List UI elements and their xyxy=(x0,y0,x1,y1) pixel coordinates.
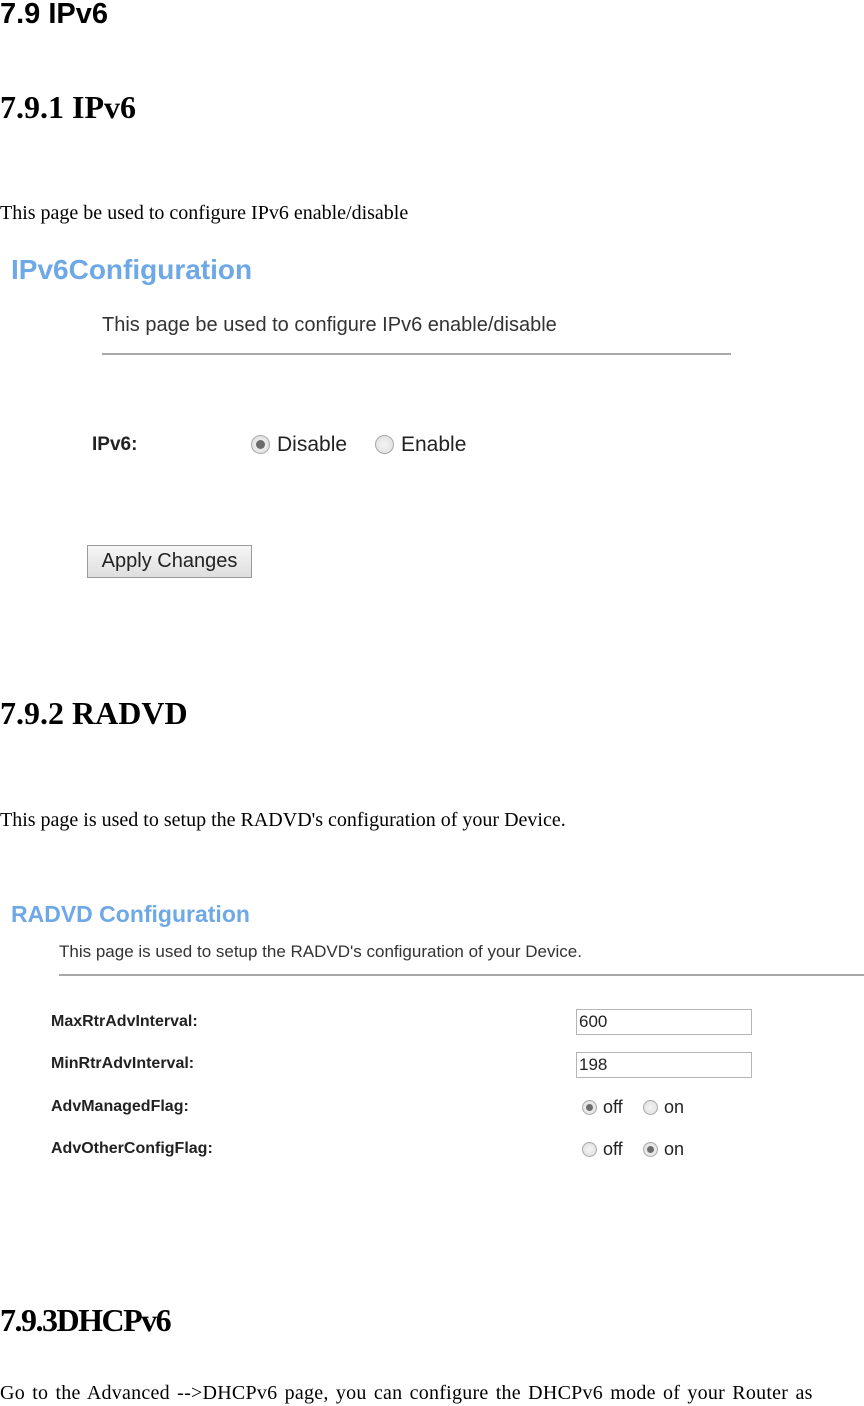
adv-managed-flag-off[interactable]: off xyxy=(582,1098,623,1116)
ipv6-option-disable[interactable]: Disable xyxy=(251,434,347,455)
radvd-config-subtitle: This page is used to setup the RADVD's c… xyxy=(59,942,582,961)
radio-unselected-icon[interactable] xyxy=(375,435,394,454)
apply-changes-button[interactable]: Apply Changes xyxy=(87,545,252,578)
min-rtr-adv-interval-input[interactable] xyxy=(576,1052,752,1078)
ipv6-heading: 7.9.1 IPv6 xyxy=(0,89,136,125)
ipv6-field-label: IPv6: xyxy=(92,434,138,455)
max-rtr-adv-interval-input[interactable] xyxy=(576,1009,752,1035)
radio-selected-icon[interactable] xyxy=(582,1099,597,1115)
ipv6-description: This page be used to configure IPv6 enab… xyxy=(0,202,409,224)
radvd-config-title: RADVD Configuration xyxy=(11,901,250,927)
radio-unselected-icon[interactable] xyxy=(582,1141,597,1157)
section-title: 7.9 IPv6 xyxy=(0,0,109,30)
adv-other-config-flag-on[interactable]: on xyxy=(643,1140,684,1158)
dhcpv6-heading: 7.9.3DHCPv6 xyxy=(0,1302,172,1338)
ipv6-config-subtitle: This page be used to configure IPv6 enab… xyxy=(102,314,557,336)
adv-managed-flag-label: AdvManagedFlag: xyxy=(51,1098,189,1115)
ipv6-option-disable-label: Disable xyxy=(277,433,348,456)
min-rtr-adv-interval-label: MinRtrAdvInterval: xyxy=(51,1055,195,1072)
max-rtr-adv-interval-label: MaxRtrAdvInterval: xyxy=(51,1013,198,1030)
radio-unselected-icon[interactable] xyxy=(643,1099,658,1115)
adv-managed-flag-off-label: off xyxy=(603,1097,623,1117)
radvd-config-screenshot: RADVD Configuration This page is used to… xyxy=(0,895,864,1185)
divider xyxy=(59,974,864,976)
radvd-description: This page is used to setup the RADVD's c… xyxy=(0,809,566,831)
radio-selected-icon[interactable] xyxy=(643,1141,658,1157)
divider xyxy=(102,353,731,355)
ipv6-option-enable[interactable]: Enable xyxy=(375,434,466,455)
adv-managed-flag-on[interactable]: on xyxy=(643,1098,684,1116)
adv-other-config-flag-off-label: off xyxy=(603,1139,623,1159)
radio-selected-icon[interactable] xyxy=(251,435,270,454)
ipv6-config-title: IPv6Configuration xyxy=(11,254,253,285)
adv-other-config-flag-label: AdvOtherConfigFlag: xyxy=(51,1140,213,1157)
adv-other-config-flag-on-label: on xyxy=(664,1139,685,1159)
ipv6-option-enable-label: Enable xyxy=(401,433,467,456)
radvd-heading: 7.9.2 RADVD xyxy=(0,695,188,731)
adv-other-config-flag-off[interactable]: off xyxy=(582,1140,623,1158)
adv-managed-flag-on-label: on xyxy=(664,1097,685,1117)
ipv6-config-screenshot: IPv6Configuration This page be used to c… xyxy=(0,245,760,595)
dhcpv6-description: Go to the Advanced -->DHCPv6 page, you c… xyxy=(0,1382,813,1404)
